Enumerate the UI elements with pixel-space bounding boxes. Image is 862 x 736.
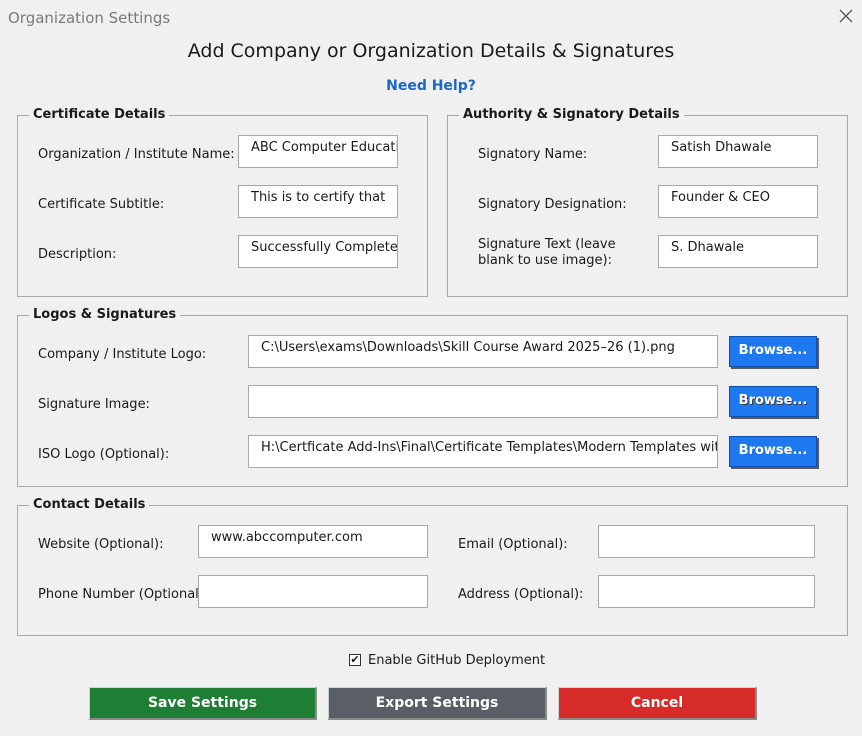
window-title: Organization Settings — [8, 9, 171, 27]
website-input[interactable]: www.abccomputer.com — [198, 525, 428, 558]
email-input[interactable] — [598, 525, 815, 558]
save-settings-button[interactable]: Save Settings — [89, 687, 317, 720]
signature-text-input[interactable]: S. Dhawale — [658, 235, 818, 268]
description-label: Description: — [38, 247, 117, 262]
certificate-details-title: Certificate Details — [29, 107, 170, 122]
signatory-designation-input[interactable]: Founder & CEO — [658, 185, 818, 218]
org-name-label: Organization / Institute Name: — [38, 147, 235, 162]
company-logo-label: Company / Institute Logo: — [38, 347, 207, 362]
close-icon[interactable] — [836, 6, 856, 26]
address-input[interactable] — [598, 575, 815, 608]
signature-image-label: Signature Image: — [38, 397, 150, 412]
org-name-input[interactable]: ABC Computer Education — [238, 135, 398, 168]
github-deployment-checkbox[interactable]: ✔ — [349, 654, 361, 666]
need-help-link[interactable]: Need Help? — [0, 78, 862, 94]
contact-details-title: Contact Details — [29, 497, 150, 512]
iso-logo-path-input[interactable]: H:\Certficate Add-Ins\Final\Certificate … — [248, 435, 718, 468]
export-settings-button[interactable]: Export Settings — [328, 687, 547, 720]
browse-signature-image-button[interactable]: Browse... — [729, 386, 817, 417]
signatory-designation-label: Signatory Designation: — [478, 197, 627, 212]
authority-details-title: Authority & Signatory Details — [459, 107, 684, 122]
signatory-name-label: Signatory Name: — [478, 147, 588, 162]
browse-company-logo-button[interactable]: Browse... — [729, 336, 817, 367]
browse-iso-logo-button[interactable]: Browse... — [729, 436, 817, 467]
cert-subtitle-label: Certificate Subtitle: — [38, 197, 165, 212]
email-label: Email (Optional): — [458, 537, 568, 552]
description-input[interactable]: Successfully Completed th — [238, 235, 398, 268]
phone-input[interactable] — [198, 575, 428, 608]
signature-text-label: Signature Text (leave blank to use image… — [478, 237, 616, 268]
cancel-button[interactable]: Cancel — [558, 687, 757, 720]
github-deployment-label: Enable GitHub Deployment — [368, 653, 546, 668]
page-title: Add Company or Organization Details & Si… — [187, 40, 675, 62]
iso-logo-label: ISO Logo (Optional): — [38, 447, 170, 462]
signatory-name-input[interactable]: Satish Dhawale — [658, 135, 818, 168]
address-label: Address (Optional): — [458, 587, 584, 602]
logos-signatures-title: Logos & Signatures — [29, 307, 181, 322]
website-label: Website (Optional): — [38, 537, 164, 552]
signature-image-path-input[interactable] — [248, 385, 718, 418]
phone-label: Phone Number (Optional): — [38, 587, 209, 602]
cert-subtitle-input[interactable]: This is to certify that — [238, 185, 398, 218]
company-logo-path-input[interactable]: C:\Users\exams\Downloads\Skill Course Aw… — [248, 335, 718, 368]
